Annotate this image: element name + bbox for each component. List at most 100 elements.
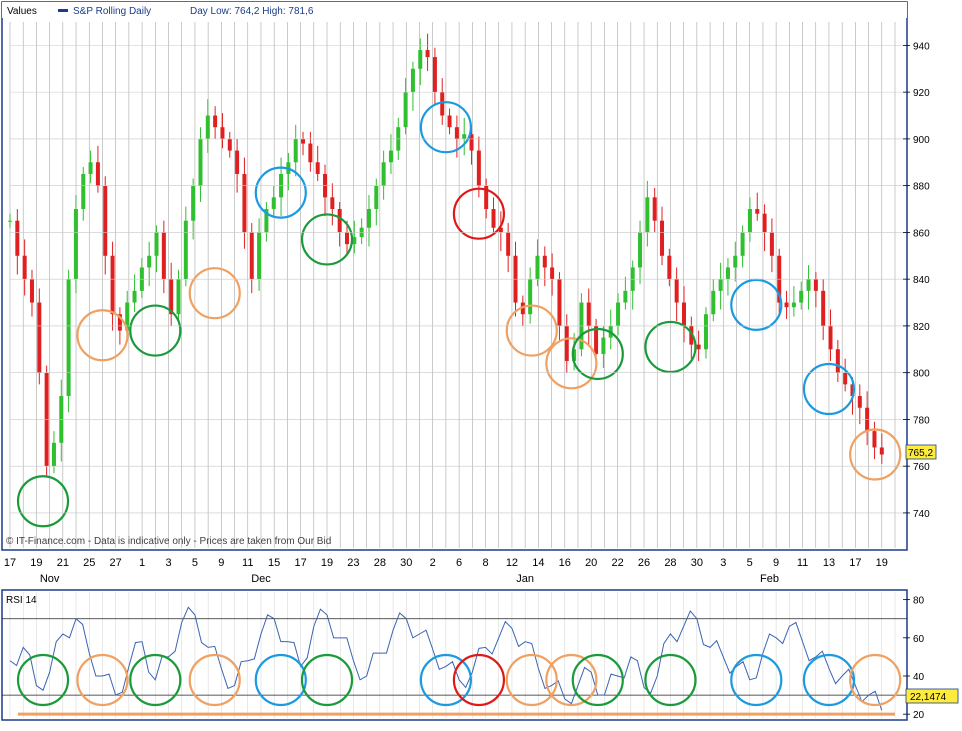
x-tick-label: 13 bbox=[823, 557, 835, 569]
candle-body bbox=[381, 162, 386, 186]
x-tick-label: 20 bbox=[585, 557, 597, 569]
candle-body bbox=[220, 127, 225, 139]
date-x-axis: 17 19 21 25 27 1 3 5 9 11 15 17 19 23 28 30 2 6 8 12 14 16 20 2… bbox=[4, 557, 888, 585]
x-tick-label: 3 bbox=[165, 557, 171, 569]
x-tick-label: 17 bbox=[4, 557, 16, 569]
month-label: Nov bbox=[40, 573, 60, 585]
candle-body bbox=[674, 279, 679, 303]
sp-rolling-daily-chart: 740760780800820840860880900920940 Values… bbox=[1, 1, 959, 721]
rsi-y-tick-label: 80 bbox=[913, 596, 925, 607]
candle-body bbox=[227, 138, 232, 151]
rsi-y-tick-label: 40 bbox=[913, 672, 925, 683]
candle-body bbox=[337, 209, 342, 233]
candle-body bbox=[821, 290, 826, 326]
x-tick-label: 17 bbox=[849, 557, 861, 569]
candle-body bbox=[308, 143, 313, 163]
price-y-tick-label: 800 bbox=[913, 369, 930, 380]
candle-body bbox=[432, 57, 437, 93]
candle-body bbox=[257, 232, 262, 280]
x-tick-label: 30 bbox=[691, 557, 703, 569]
candle-body bbox=[242, 173, 247, 233]
values-label: Values bbox=[7, 6, 37, 17]
candle-body bbox=[154, 232, 159, 256]
last-value-label: 765,2 bbox=[908, 448, 933, 459]
candle-body bbox=[235, 150, 240, 174]
x-tick-label: 14 bbox=[532, 557, 544, 569]
x-tick-label: 11 bbox=[797, 557, 808, 569]
candle-body bbox=[95, 162, 100, 186]
series-legend-swatch bbox=[58, 9, 68, 12]
candle-body bbox=[491, 209, 496, 228]
candle-body bbox=[843, 372, 848, 385]
candle-body bbox=[835, 349, 840, 373]
candle-body bbox=[711, 290, 716, 315]
candle-body bbox=[103, 185, 108, 256]
x-tick-label: 2 bbox=[430, 557, 436, 569]
x-tick-label: 19 bbox=[30, 557, 42, 569]
x-tick-label: 1 bbox=[139, 557, 145, 569]
price-y-tick-label: 740 bbox=[913, 509, 930, 520]
candle-body bbox=[425, 50, 430, 58]
candle-body bbox=[410, 68, 415, 93]
x-tick-label: 3 bbox=[720, 557, 726, 569]
candle-body bbox=[418, 50, 423, 69]
candle-body bbox=[725, 267, 730, 280]
candle-body bbox=[667, 255, 672, 280]
rsi-y-tick-label: 60 bbox=[913, 634, 925, 645]
candle-body bbox=[8, 220, 12, 222]
candle-body bbox=[301, 138, 306, 144]
x-tick-label: 5 bbox=[192, 557, 198, 569]
candle-body bbox=[828, 325, 833, 350]
price-panel-frame bbox=[1, 1, 908, 551]
price-y-tick-label: 820 bbox=[913, 322, 930, 333]
candle-body bbox=[703, 314, 708, 350]
candle-body bbox=[528, 279, 533, 315]
month-label: Dec bbox=[251, 573, 271, 585]
x-tick-label: 15 bbox=[268, 557, 280, 569]
x-tick-label: 23 bbox=[347, 557, 359, 569]
candle-body bbox=[652, 197, 657, 221]
candle-body bbox=[769, 232, 774, 256]
candle-body bbox=[403, 92, 408, 128]
candle-body bbox=[462, 134, 467, 139]
x-tick-label: 27 bbox=[110, 557, 122, 569]
x-tick-label: 28 bbox=[664, 557, 676, 569]
month-label: Jan bbox=[516, 573, 534, 585]
x-tick-label: 28 bbox=[374, 557, 386, 569]
candle-body bbox=[696, 344, 701, 350]
x-tick-label: 16 bbox=[559, 557, 571, 569]
rsi-y-tick-label: 20 bbox=[913, 710, 925, 721]
candle-body bbox=[740, 232, 745, 256]
candle-body bbox=[183, 220, 188, 280]
x-tick-label: 17 bbox=[294, 557, 306, 569]
x-tick-label: 25 bbox=[83, 557, 95, 569]
candle-body bbox=[374, 185, 379, 210]
candle-body bbox=[330, 197, 335, 210]
month-label: Feb bbox=[760, 573, 779, 585]
candle-body bbox=[813, 279, 818, 291]
candle-body bbox=[784, 302, 789, 308]
price-y-tick-label: 840 bbox=[913, 275, 930, 286]
rsi-last-value-label: 22,1474 bbox=[910, 692, 947, 703]
day-low-high-text: Day Low: 764,2 High: 781,6 bbox=[190, 6, 314, 17]
candle-body bbox=[191, 185, 196, 221]
price-y-tick-label: 940 bbox=[913, 41, 930, 52]
candle-body bbox=[73, 209, 78, 280]
candle-body bbox=[733, 255, 738, 268]
candle-body bbox=[564, 325, 569, 361]
x-tick-label: 9 bbox=[218, 557, 224, 569]
candle-body bbox=[110, 255, 115, 315]
candle-body bbox=[718, 279, 723, 291]
candle-body bbox=[315, 162, 320, 174]
watermark-text: © IT-Finance.com - Data is indicative on… bbox=[6, 536, 331, 547]
candle-body bbox=[806, 279, 811, 291]
candle-body bbox=[22, 255, 27, 280]
candle-body bbox=[15, 220, 20, 256]
candle-body bbox=[857, 396, 862, 408]
candle-body bbox=[147, 255, 152, 268]
candle-body bbox=[344, 232, 349, 245]
candle-body bbox=[293, 138, 298, 163]
candle-body bbox=[205, 115, 210, 139]
x-tick-label: 22 bbox=[611, 557, 623, 569]
candle-body bbox=[799, 290, 804, 303]
